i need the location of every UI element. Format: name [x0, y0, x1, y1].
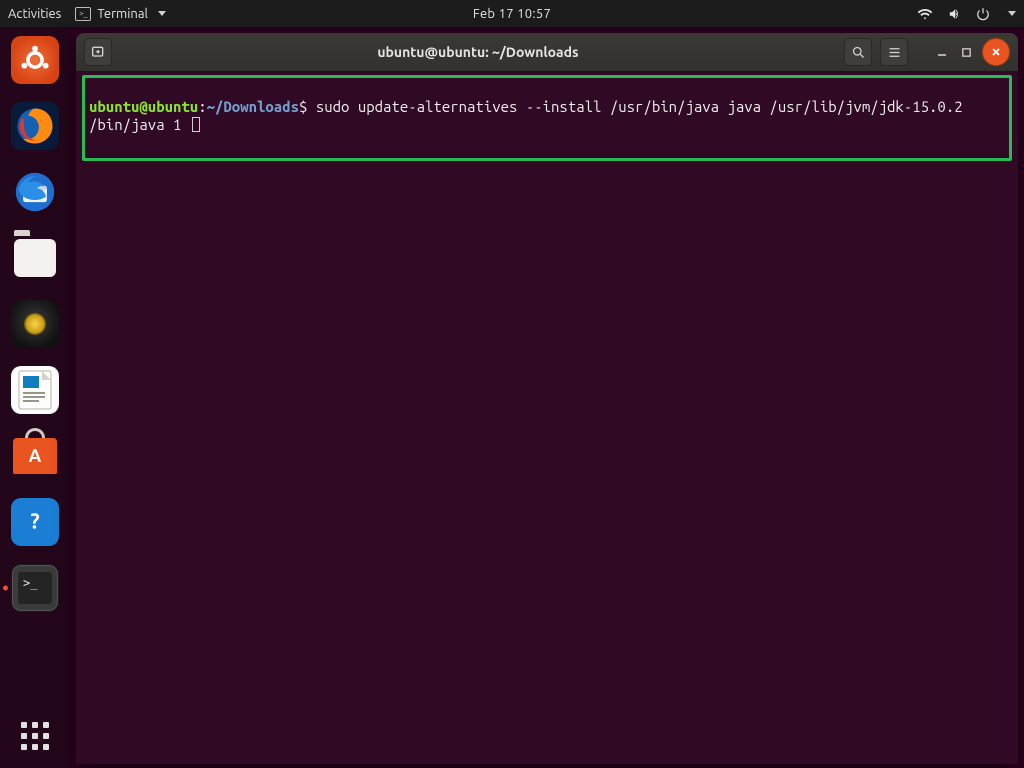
- terminal-launcher[interactable]: >_: [11, 564, 59, 612]
- command-text-line1: sudo update-alternatives --install /usr/…: [307, 98, 962, 115]
- minimize-button[interactable]: [934, 44, 950, 60]
- document-icon: [18, 370, 52, 410]
- cursor-icon: [192, 117, 200, 132]
- libreoffice-writer-launcher[interactable]: [11, 366, 59, 414]
- dock: A ? >_: [0, 27, 70, 768]
- app-menu[interactable]: >_ Terminal: [75, 7, 166, 21]
- speaker-icon: [24, 313, 46, 335]
- thunderbird-launcher[interactable]: [11, 168, 59, 216]
- prompt-line: ubuntu@ubuntu:~/Downloads$ sudo update-a…: [89, 80, 1005, 116]
- command-continuation-line: /bin/java 1: [89, 116, 1005, 134]
- desktop: A ? >_: [0, 27, 1024, 768]
- folder-icon: [14, 239, 56, 277]
- ubuntu-icon: [18, 43, 52, 77]
- terminal-content[interactable]: ubuntu@ubuntu:~/Downloads$ sudo update-a…: [76, 71, 1018, 764]
- firefox-launcher[interactable]: [11, 102, 59, 150]
- running-indicator-icon: [3, 586, 8, 591]
- shopping-bag-icon: A: [13, 438, 57, 474]
- help-launcher[interactable]: ?: [11, 498, 59, 546]
- ubuntu-launcher[interactable]: [11, 36, 59, 84]
- maximize-icon: [961, 47, 972, 58]
- close-button[interactable]: [982, 38, 1010, 66]
- search-button[interactable]: [844, 38, 872, 66]
- rhythmbox-launcher[interactable]: [11, 300, 59, 348]
- highlighted-command-region: ubuntu@ubuntu:~/Downloads$ sudo update-a…: [82, 75, 1012, 161]
- terminal-window: ubuntu@ubuntu: ~/Downloads: [76, 33, 1018, 764]
- gnome-top-panel: Activities >_ Terminal Feb 17 10:57: [0, 0, 1024, 27]
- command-text-line2: /bin/java 1: [89, 116, 190, 133]
- close-icon: [990, 46, 1002, 58]
- volume-icon: [947, 7, 962, 21]
- software-launcher[interactable]: A: [11, 432, 59, 480]
- system-status-area[interactable]: [917, 7, 1016, 21]
- search-icon: [851, 45, 866, 60]
- wifi-icon: [917, 7, 933, 21]
- help-icon: ?: [18, 505, 52, 539]
- maximize-button[interactable]: [958, 44, 974, 60]
- chevron-down-icon: [1008, 11, 1016, 16]
- terminal-icon: >_: [75, 7, 91, 21]
- svg-text:?: ?: [30, 509, 39, 533]
- new-tab-icon: [90, 44, 106, 60]
- thunderbird-icon: [13, 170, 57, 214]
- panel-datetime[interactable]: Feb 17 10:57: [473, 7, 551, 21]
- files-launcher[interactable]: [11, 234, 59, 282]
- chevron-down-icon: [158, 11, 166, 16]
- minimize-icon: [936, 46, 948, 58]
- activities-button[interactable]: Activities: [8, 7, 61, 21]
- hamburger-menu-button[interactable]: [880, 38, 908, 66]
- app-menu-label: Terminal: [97, 7, 148, 21]
- prompt-user-host: ubuntu@ubuntu: [89, 98, 198, 115]
- new-tab-button[interactable]: [84, 38, 112, 66]
- prompt-cwd: ~/Downloads: [207, 98, 299, 115]
- power-icon: [976, 7, 990, 21]
- window-titlebar[interactable]: ubuntu@ubuntu: ~/Downloads: [76, 33, 1018, 71]
- hamburger-icon: [887, 45, 902, 60]
- window-title: ubuntu@ubuntu: ~/Downloads: [120, 44, 836, 60]
- terminal-icon: >_: [18, 572, 52, 604]
- firefox-icon: [14, 105, 56, 147]
- show-applications-button[interactable]: [17, 718, 53, 754]
- prompt-separator: :: [198, 98, 206, 115]
